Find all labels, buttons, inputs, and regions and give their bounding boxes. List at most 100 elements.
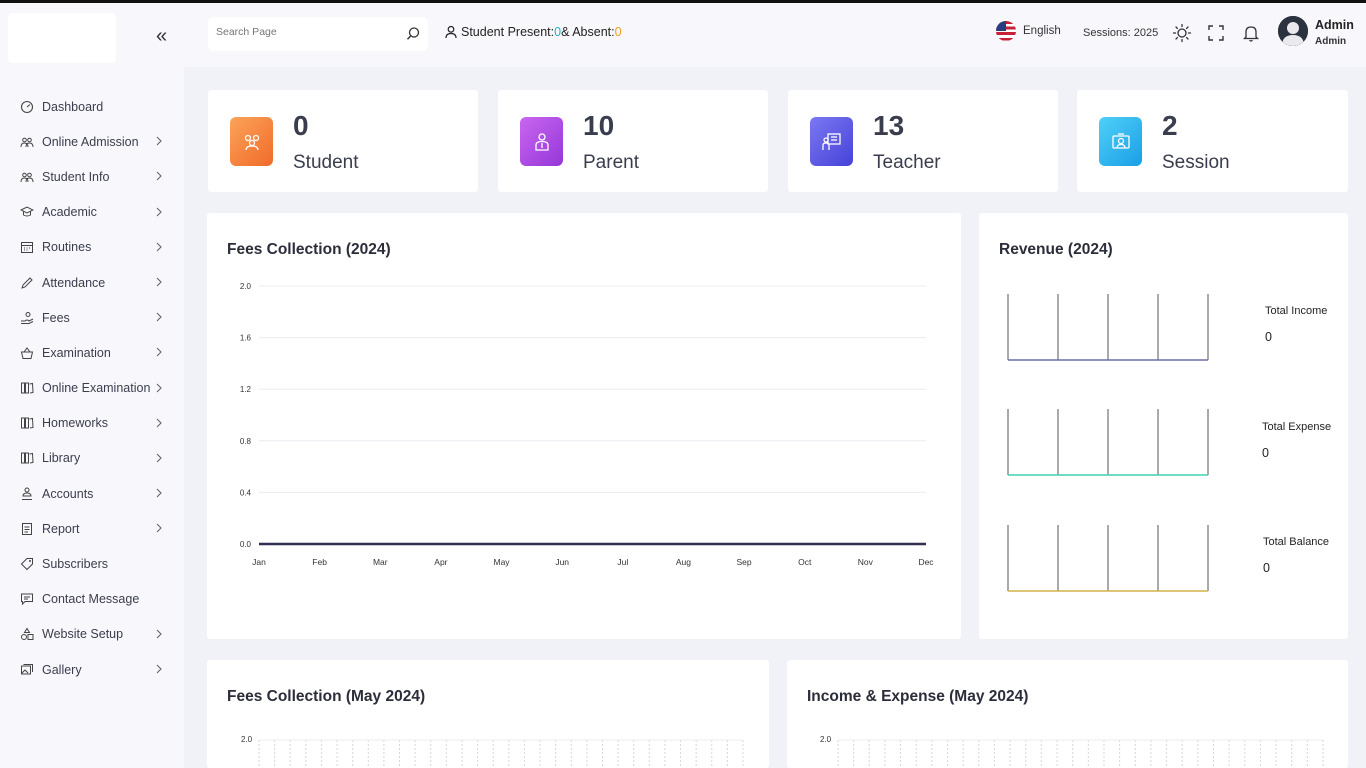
y-tick-label: 2.0 — [240, 282, 252, 291]
basket-icon — [20, 347, 34, 359]
x-tick-label: Dec — [918, 557, 934, 567]
sidebar-item-dashboard[interactable]: Dashboard — [0, 89, 184, 124]
chevron-right-icon[interactable] — [154, 487, 164, 499]
chevron-right-icon[interactable] — [154, 663, 164, 675]
present-label: Student Present: — [461, 25, 555, 39]
x-tick-label: Oct — [798, 557, 812, 567]
chevron-right-icon[interactable] — [154, 311, 164, 323]
x-tick-label: Jan — [252, 557, 266, 567]
document-icon — [22, 522, 32, 535]
income-expense-card: Income & Expense (May 2024) 2.0 — [787, 660, 1348, 768]
stat-card-student[interactable]: 0 Student — [208, 90, 478, 192]
stat-card-teacher[interactable]: 13 Teacher — [788, 90, 1058, 192]
sidebar-item-website-setup[interactable]: Website Setup — [0, 617, 184, 652]
chevron-right-icon[interactable] — [154, 417, 164, 429]
chevron-right-icon[interactable] — [154, 170, 164, 182]
sidebar-item-fees[interactable]: Fees — [0, 300, 184, 335]
chevron-right-icon[interactable] — [154, 522, 164, 534]
logo[interactable] — [8, 13, 116, 63]
teacher-icon — [810, 117, 853, 166]
sidebar-item-label: Website Setup — [42, 627, 124, 642]
income-expense-chart: 2.0 — [820, 735, 1324, 768]
sidebar-item-subscribers[interactable]: Subscribers — [0, 546, 184, 581]
x-tick-label: Mar — [373, 557, 388, 567]
sidebar-item-contact-message[interactable]: Contact Message — [0, 582, 184, 617]
sidebar-nav: Dashboard Online Admission Student Info Aca… — [0, 89, 184, 687]
bell-icon[interactable] — [1241, 23, 1261, 43]
sidebar-item-label: Homeworks — [42, 416, 108, 431]
sidebar-item-report[interactable]: Report — [0, 511, 184, 546]
language-selector[interactable]: English — [996, 21, 1061, 41]
stat-card-parent[interactable]: 10 Parent — [498, 90, 768, 192]
sidebar-item-routines[interactable]: Routines — [0, 230, 184, 265]
chevron-right-icon[interactable] — [154, 346, 164, 358]
books-icon — [21, 417, 34, 429]
search-box — [208, 17, 428, 51]
chevron-right-icon[interactable] — [154, 452, 164, 464]
x-tick-label: Sep — [737, 557, 752, 567]
y-tick-label: 1.2 — [240, 385, 252, 394]
sidebar-item-attendance[interactable]: Attendance — [0, 265, 184, 300]
total-expense-label: Total Expense — [1262, 421, 1332, 433]
parent-icon — [520, 117, 563, 166]
us-flag-icon — [996, 21, 1016, 41]
sidebar-item-label: Student Info — [42, 169, 110, 184]
revenue-card: Revenue (2024) Total Income 0 Total Expe… — [979, 213, 1348, 639]
fullscreen-icon[interactable] — [1206, 23, 1226, 43]
sidebar-item-student-info[interactable]: Student Info — [0, 159, 184, 194]
sidebar-item-homeworks[interactable]: Homeworks — [0, 406, 184, 441]
sidebar-item-label: Library — [42, 451, 81, 466]
user-icon — [445, 25, 457, 39]
sessions-label[interactable]: Sessions: 2025 — [1083, 27, 1158, 39]
chevron-right-icon[interactable] — [154, 135, 164, 147]
sidebar-item-label: Dashboard — [42, 99, 104, 114]
fees-collection-month-card: Fees Collection (May 2024) 2.0 — [207, 660, 769, 768]
x-tick-label: Jun — [555, 557, 569, 567]
stat-label: Parent — [583, 152, 639, 173]
stat-value: 10 — [583, 110, 615, 141]
total-expense-value: 0 — [1262, 446, 1269, 460]
sidebar: « Dashboard Online Admission Student Info A… — [0, 3, 184, 768]
sun-icon[interactable] — [1172, 23, 1192, 43]
collapse-sidebar-icon[interactable]: « — [156, 26, 174, 47]
sidebar-item-gallery[interactable]: Gallery — [0, 652, 184, 687]
hand-coin-icon — [21, 311, 34, 324]
graduation-cap-icon — [20, 206, 34, 217]
student-group-icon — [230, 117, 273, 166]
sidebar-item-online-admission[interactable]: Online Admission — [0, 124, 184, 159]
sidebar-item-label: Report — [42, 521, 80, 536]
absent-label: & Absent: — [561, 25, 615, 39]
x-tick-label: Aug — [676, 557, 691, 567]
sidebar-item-academic[interactable]: Academic — [0, 195, 184, 230]
chevron-right-icon[interactable] — [154, 241, 164, 253]
chevron-right-icon[interactable] — [154, 206, 164, 218]
present-count: 0 — [554, 25, 562, 39]
y-tick-label: 1.6 — [240, 334, 252, 343]
user-name[interactable]: Admin — [1315, 18, 1354, 32]
shapes-icon — [21, 627, 34, 641]
y-tick-label: 2.0 — [820, 735, 832, 744]
chevron-right-icon[interactable] — [154, 628, 164, 640]
chevron-right-icon[interactable] — [154, 382, 164, 394]
chevron-right-icon[interactable] — [154, 276, 164, 288]
total-income-label: Total Income — [1265, 305, 1328, 317]
search-icon[interactable] — [404, 25, 422, 43]
stat-card-session[interactable]: 2 Session — [1077, 90, 1348, 192]
sidebar-item-library[interactable]: Library — [0, 441, 184, 476]
sidebar-item-label: Fees — [42, 310, 70, 325]
user-role: Admin — [1315, 36, 1347, 47]
books-icon — [21, 452, 34, 464]
sidebar-item-online-examination[interactable]: Online Examination — [0, 371, 184, 406]
avatar[interactable] — [1278, 16, 1308, 46]
sidebar-item-accounts[interactable]: Accounts — [0, 476, 184, 511]
total-income-value: 0 — [1265, 330, 1272, 344]
sidebar-item-label: Gallery — [42, 662, 82, 677]
sidebar-item-label: Attendance — [42, 275, 106, 290]
sidebar-item-label: Online Admission — [42, 134, 139, 149]
sidebar-item-examination[interactable]: Examination — [0, 335, 184, 370]
search-input[interactable] — [216, 26, 396, 38]
total-balance-value: 0 — [1263, 561, 1270, 575]
sidebar-item-label: Accounts — [42, 486, 94, 501]
dashboard-icon — [20, 100, 34, 113]
users-icon — [20, 172, 34, 182]
